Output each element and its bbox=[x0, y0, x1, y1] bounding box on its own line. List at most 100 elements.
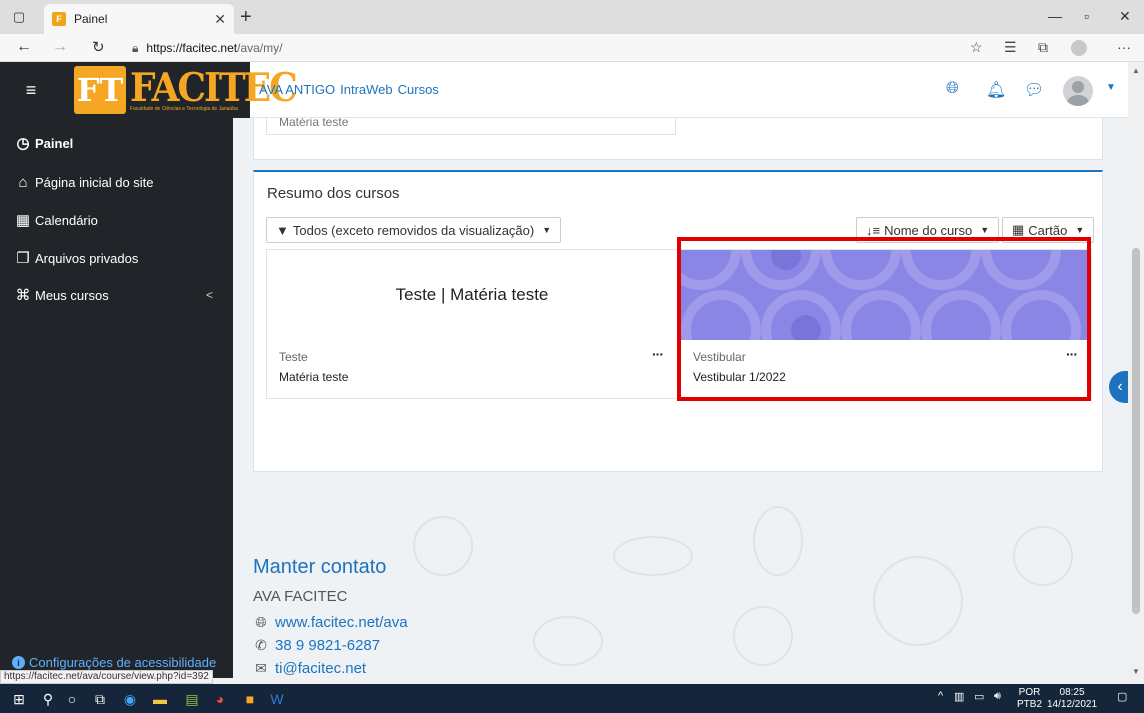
sidebar-item-private-files[interactable]: ❐ Arquivos privados bbox=[15, 249, 138, 267]
nav-link-intraweb[interactable]: IntraWeb bbox=[340, 82, 393, 97]
email-link[interactable]: ti@facitec.net bbox=[275, 660, 366, 677]
notifications-bell-icon[interactable]: 🔔︎ bbox=[986, 80, 1006, 100]
restore-icon[interactable]: ▫ bbox=[1084, 8, 1089, 24]
files-icon: ❐ bbox=[16, 250, 30, 267]
course-category: Teste bbox=[279, 350, 308, 364]
favicon-icon: F bbox=[52, 12, 66, 26]
lang-top: POR bbox=[1018, 687, 1041, 698]
graduation-cap-icon: ⌘ bbox=[15, 287, 31, 304]
address-bar: ← → ↻ 🔒︎ https://facitec.net/ava/my/ ☆ ☰… bbox=[0, 34, 1144, 62]
volume-icon[interactable]: 🔊︎ bbox=[994, 690, 1001, 703]
mail-icon: ✉ bbox=[255, 660, 267, 676]
cortana-icon[interactable]: ○ bbox=[62, 689, 82, 709]
sidebar-item-painel[interactable]: ◷ Painel bbox=[15, 134, 73, 152]
chrome-icon[interactable]: ◕ bbox=[210, 689, 230, 709]
url-path: /ava/my/ bbox=[237, 41, 283, 55]
course-menu-icon[interactable]: ··· bbox=[652, 346, 664, 362]
sidebar-item-label: Calendário bbox=[35, 212, 98, 228]
user-menu-caret-icon[interactable]: ▼ bbox=[1106, 82, 1116, 93]
notepad-icon[interactable]: ▤ bbox=[182, 689, 202, 709]
favorite-star-icon[interactable]: ☆ bbox=[970, 39, 983, 56]
sticky-notes-icon[interactable]: ■ bbox=[240, 689, 260, 709]
user-avatar[interactable] bbox=[1063, 76, 1093, 106]
highlight-box bbox=[677, 237, 1091, 401]
logo-tagline: Faculdade de Ciências e Tecnologia de Ja… bbox=[130, 106, 238, 112]
sidebar-item-home[interactable]: ⌂ Página inicial do site bbox=[15, 174, 154, 191]
footer-phone[interactable]: ✆ 38 9 9821-6287 bbox=[253, 637, 380, 654]
favorites-list-icon[interactable]: ☰ bbox=[1004, 39, 1017, 56]
windows-start-icon[interactable]: ⊞ bbox=[9, 689, 29, 709]
previous-course-item[interactable]: Matéria teste bbox=[266, 118, 676, 135]
phone-link[interactable]: 38 9 9821-6287 bbox=[275, 637, 380, 654]
language-globe-icon[interactable]: 🌐︎ bbox=[946, 80, 959, 98]
edge-icon[interactable]: ◉ bbox=[120, 689, 140, 709]
sidebar-item-my-courses[interactable]: ⌘ Meus cursos bbox=[15, 286, 109, 304]
clock[interactable]: 08:25 14/12/2021 bbox=[1047, 687, 1097, 711]
sidebar: ◷ Painel ⌂ Página inicial do site ▦ Cale… bbox=[0, 118, 233, 678]
accessibility-settings-link[interactable]: i Configurações de acessibilidade bbox=[12, 655, 216, 670]
task-view-icon[interactable]: ⧉ bbox=[90, 689, 110, 709]
close-window-icon[interactable]: ✕ bbox=[1119, 8, 1131, 25]
globe-icon: 🌐︎ bbox=[255, 614, 267, 630]
course-card[interactable]: Teste | Matéria teste Teste Matéria test… bbox=[266, 249, 678, 399]
url-domain: https://facitec.net bbox=[146, 41, 238, 55]
notifications-icon[interactable]: ▢ bbox=[1117, 690, 1127, 703]
back-icon[interactable]: ← bbox=[16, 38, 32, 56]
collections-icon[interactable]: ⧉ bbox=[1038, 39, 1048, 56]
monitor-icon[interactable]: ▭ bbox=[974, 690, 984, 703]
website-link[interactable]: www.facitec.net/ava bbox=[275, 614, 408, 631]
nav-link-cursos[interactable]: Cursos bbox=[398, 82, 439, 97]
url-field[interactable]: 🔒︎ https://facitec.net/ava/my/ bbox=[132, 38, 282, 58]
messages-chat-icon[interactable]: 💬︎ bbox=[1024, 80, 1044, 100]
footer-website[interactable]: 🌐︎ www.facitec.net/ava bbox=[253, 614, 408, 631]
footer-title: Manter contato bbox=[253, 556, 387, 578]
reload-icon[interactable]: ↻ bbox=[92, 38, 105, 56]
accessibility-label: Configurações de acessibilidade bbox=[29, 655, 217, 670]
hamburger-menu-icon[interactable]: ≡ bbox=[0, 62, 62, 118]
logo-mark: FT bbox=[74, 66, 126, 114]
page-scrollbar[interactable]: ▲ ▼ bbox=[1128, 62, 1144, 678]
status-url: https://facitec.net/ava/course/view.php?… bbox=[0, 670, 213, 684]
site-navbar: ≡ FT FACITEC Faculdade de Ciências e Tec… bbox=[0, 62, 1128, 118]
browser-tabbar: ▢ F Painel ✕ + — ▫ ✕ bbox=[0, 0, 1144, 34]
tab-actions-icon[interactable]: ▢ bbox=[10, 8, 28, 26]
new-tab-icon[interactable]: + bbox=[240, 6, 252, 29]
file-explorer-icon[interactable]: ▬ bbox=[150, 689, 170, 709]
logo-area: FT FACITEC Faculdade de Ciências e Tecno… bbox=[62, 62, 298, 118]
tray-chevron-icon[interactable]: ^ bbox=[938, 690, 943, 702]
main-content: Matéria teste Resumo dos cursos ▼ Todos … bbox=[233, 118, 1128, 678]
clock-time: 08:25 bbox=[1059, 687, 1085, 698]
more-icon[interactable]: ··· bbox=[1117, 39, 1131, 55]
footer-email[interactable]: ✉ ti@facitec.net bbox=[253, 660, 366, 677]
chevron-down-icon: ▼ bbox=[1075, 225, 1085, 235]
phone-icon: ✆ bbox=[255, 637, 267, 653]
minimize-icon[interactable]: — bbox=[1048, 8, 1062, 24]
scroll-up-icon[interactable]: ▲ bbox=[1132, 66, 1140, 75]
footer: Manter contato AVA FACITEC 🌐︎ www.facite… bbox=[233, 496, 1128, 678]
language-indicator[interactable]: POR PTB2 bbox=[1017, 687, 1042, 711]
course-name[interactable]: Matéria teste bbox=[279, 370, 348, 384]
browser-profile-icon[interactable] bbox=[1071, 40, 1087, 56]
sidebar-item-calendar[interactable]: ▦ Calendário bbox=[15, 211, 98, 229]
clock-date: 14/12/2021 bbox=[1047, 699, 1098, 710]
chevron-left-icon[interactable]: < bbox=[206, 288, 213, 302]
home-icon: ⌂ bbox=[18, 174, 28, 191]
browser-tab[interactable]: F Painel ✕ bbox=[44, 4, 234, 34]
close-tab-icon[interactable]: ✕ bbox=[214, 11, 226, 28]
sort-icon: ↓≡ bbox=[866, 222, 881, 238]
forward-icon[interactable]: → bbox=[52, 38, 68, 56]
scroll-down-icon[interactable]: ▼ bbox=[1132, 667, 1140, 676]
sidebar-item-label: Página inicial do site bbox=[35, 175, 154, 190]
word-icon[interactable]: W bbox=[267, 689, 287, 709]
search-icon[interactable]: ⚲ bbox=[38, 689, 58, 709]
calendar-icon: ▦ bbox=[15, 212, 31, 229]
accessibility-icon: i bbox=[12, 656, 25, 669]
facitec-logo[interactable]: FT FACITEC Faculdade de Ciências e Tecno… bbox=[74, 66, 298, 114]
previous-block-card: Matéria teste bbox=[253, 118, 1103, 160]
scrollbar-thumb[interactable] bbox=[1132, 248, 1140, 614]
gauge-icon: ◷ bbox=[16, 135, 30, 152]
nav-link-ava-antigo[interactable]: AVA ANTIGO bbox=[259, 82, 335, 97]
filter-dropdown[interactable]: ▼ Todos (exceto removidos da visualizaçã… bbox=[266, 217, 562, 243]
network-icon[interactable]: ▥ bbox=[954, 690, 964, 703]
lock-icon[interactable]: 🔒︎ bbox=[132, 41, 138, 56]
